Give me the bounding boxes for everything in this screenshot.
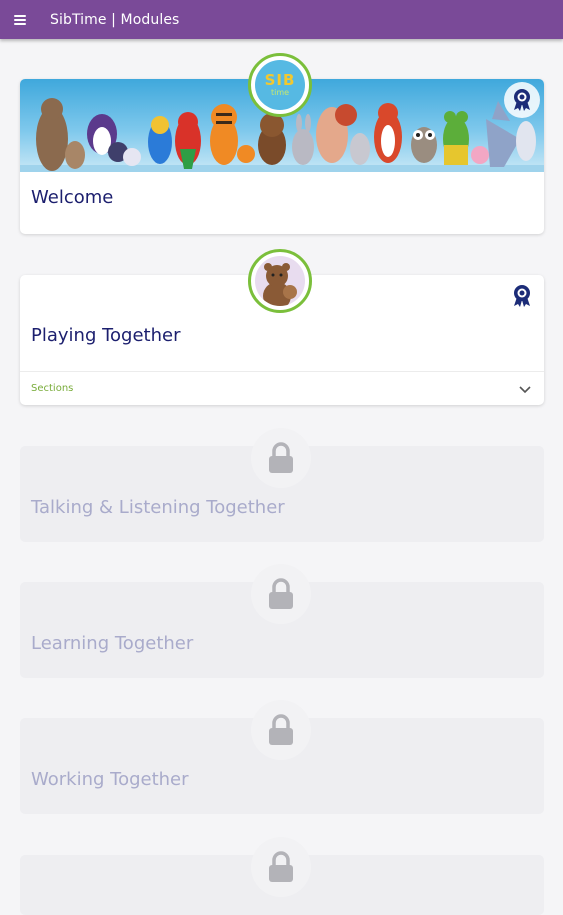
lock-icon	[251, 837, 311, 897]
module-title: Playing Together	[31, 325, 181, 346]
lock-icon	[251, 564, 311, 624]
lock-icon	[251, 700, 311, 760]
chevron-down-icon[interactable]	[519, 379, 531, 398]
bear-avatar	[248, 249, 312, 313]
logo-subtext: time	[270, 88, 290, 97]
sections-toggle[interactable]: Sections	[20, 371, 544, 405]
app-bar: SibTime | Modules	[0, 0, 563, 39]
logo-text: SIB	[264, 71, 296, 89]
module-title: Working Together	[31, 769, 189, 790]
award-ribbon-icon[interactable]	[504, 82, 540, 118]
lock-icon	[251, 428, 311, 488]
sibtime-logo-avatar: SIB time	[248, 53, 312, 117]
hamburger-menu-icon[interactable]	[0, 0, 40, 39]
module-card-welcome[interactable]: SIB time Welcome	[20, 53, 544, 234]
module-title: Welcome	[31, 187, 114, 208]
module-title: Talking & Listening Together	[31, 497, 285, 518]
module-title: Learning Together	[31, 633, 194, 654]
award-ribbon-icon[interactable]	[504, 278, 540, 314]
app-title: SibTime | Modules	[50, 11, 180, 28]
module-card-playing-together[interactable]: Playing Together Sections	[20, 249, 544, 405]
sections-label: Sections	[31, 383, 74, 394]
